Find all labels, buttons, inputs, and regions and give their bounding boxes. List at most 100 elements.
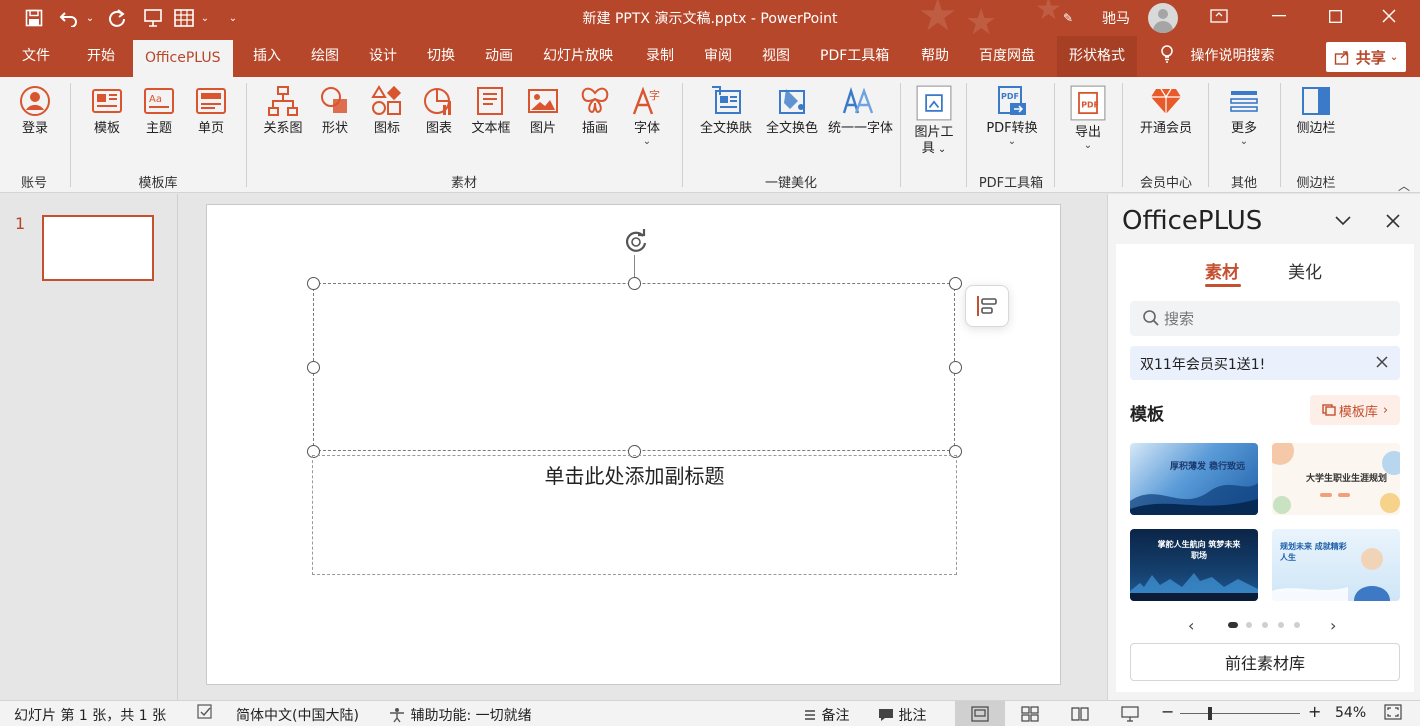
tab-review[interactable]: 审阅	[692, 36, 744, 77]
picture-tools-button[interactable]: 图片工 具 ⌄	[908, 85, 960, 158]
slide-thumbnail[interactable]	[42, 215, 154, 281]
normal-view-button[interactable]	[955, 701, 1005, 726]
icon-library-button[interactable]: 图标	[361, 85, 413, 137]
title-placeholder-selected[interactable]	[313, 283, 955, 451]
open-membership-button[interactable]: 开通会员	[1134, 85, 1198, 137]
ribbon-display-options-icon[interactable]	[1196, 0, 1242, 32]
comments-button[interactable]: 批注	[878, 705, 926, 725]
notes-button[interactable]: 备注	[803, 705, 849, 725]
subtitle-placeholder[interactable]: 单击此处添加副标题	[312, 455, 957, 575]
slide-sorter-button[interactable]	[1005, 701, 1055, 726]
tab-help[interactable]: 帮助	[909, 36, 961, 77]
pane-options-chevron-icon[interactable]	[1330, 208, 1356, 234]
fit-to-window-icon[interactable]	[1384, 704, 1402, 724]
resize-handle-e[interactable]	[949, 361, 962, 374]
spelling-check-icon[interactable]	[197, 704, 215, 724]
resize-handle-nw[interactable]	[307, 277, 320, 290]
template-library-button[interactable]: 模板库 ›	[1310, 395, 1400, 425]
zoom-level[interactable]: 54%	[1335, 705, 1366, 721]
promo-close-icon[interactable]	[1376, 352, 1388, 373]
minimize-icon[interactable]	[1256, 0, 1302, 32]
undo-icon[interactable]	[58, 6, 80, 30]
tab-baidu-netdisk[interactable]: 百度网盘	[967, 36, 1047, 77]
save-icon[interactable]	[22, 6, 46, 30]
pane-tab-material[interactable]: 素材	[1205, 258, 1239, 283]
pdf-convert-button[interactable]: PDF PDF转换 ⌄	[980, 85, 1044, 147]
tab-record[interactable]: 录制	[634, 36, 686, 77]
template-card[interactable]: 掌舵人生航向 筑梦未来职场	[1130, 529, 1258, 601]
template-card[interactable]: 大学生职业生涯规划	[1272, 443, 1400, 515]
full-reskin-button[interactable]: 全文换肤	[696, 85, 756, 137]
present-icon[interactable]	[141, 6, 165, 30]
tab-transitions[interactable]: 切换	[415, 36, 467, 77]
template-button[interactable]: 模板	[81, 85, 133, 137]
resize-handle-w[interactable]	[307, 361, 320, 374]
language-status[interactable]: 简体中文(中国大陆)	[236, 705, 359, 725]
tab-animations[interactable]: 动画	[473, 36, 525, 77]
close-window-icon[interactable]	[1366, 0, 1412, 32]
carousel-dot[interactable]	[1228, 622, 1238, 628]
sidebar-button[interactable]: 侧边栏	[1290, 85, 1342, 137]
designer-icon[interactable]: ✎	[1058, 6, 1078, 30]
undo-dropdown-icon[interactable]: ⌄	[84, 6, 96, 30]
slide-canvas[interactable]: 单击此处添加副标题	[206, 204, 1061, 685]
carousel-dot[interactable]	[1294, 622, 1300, 628]
share-button[interactable]: 共享 ⌄	[1326, 42, 1406, 72]
rotate-handle-icon[interactable]	[621, 227, 651, 257]
pane-tab-beautify[interactable]: 美化	[1288, 258, 1322, 283]
full-recolor-button[interactable]: 全文换色	[762, 85, 822, 137]
template-card[interactable]: 厚积薄发 稳行致远	[1130, 443, 1258, 515]
collapse-ribbon-icon[interactable]: ︿	[1398, 177, 1410, 194]
resize-handle-n[interactable]	[628, 277, 641, 290]
illustration-button[interactable]: 插画	[569, 85, 621, 137]
zoom-out-icon[interactable]: −	[1161, 702, 1174, 721]
avatar[interactable]	[1148, 3, 1178, 33]
accessibility-status[interactable]: 辅助功能: 一切就绪	[388, 705, 532, 725]
chart-button[interactable]: 图表	[413, 85, 465, 137]
relation-chart-button[interactable]: 关系图	[257, 85, 309, 137]
tab-home[interactable]: 开始	[75, 36, 127, 77]
carousel-dot[interactable]	[1262, 622, 1268, 628]
pane-close-icon[interactable]	[1380, 208, 1406, 234]
goto-material-library-button[interactable]: 前往素材库	[1130, 643, 1400, 681]
login-button[interactable]: 登录	[9, 85, 61, 137]
unify-font-button[interactable]: 统一一字体	[828, 85, 893, 137]
tab-insert[interactable]: 插入	[241, 36, 293, 77]
resize-handle-ne[interactable]	[949, 277, 962, 290]
tab-design[interactable]: 设计	[357, 36, 409, 77]
tab-slideshow[interactable]: 幻灯片放映	[531, 36, 625, 77]
table-icon[interactable]	[172, 6, 196, 30]
tell-me-search[interactable]: 操作说明搜索	[1160, 36, 1274, 77]
maximize-icon[interactable]	[1312, 0, 1358, 32]
tab-draw[interactable]: 绘图	[299, 36, 351, 77]
pane-search-input[interactable]	[1164, 301, 1384, 336]
redo-icon[interactable]	[106, 6, 128, 30]
carousel-next-icon[interactable]: ›	[1330, 616, 1336, 635]
user-name[interactable]: 驰马	[1102, 8, 1130, 28]
theme-button[interactable]: Aa 主题	[133, 85, 185, 137]
tab-pdf-toolbox[interactable]: PDF工具箱	[808, 36, 901, 77]
single-page-button[interactable]: 单页	[185, 85, 237, 137]
pane-search-box[interactable]	[1130, 301, 1400, 336]
template-card[interactable]: 规划未来 成就精彩人生	[1272, 529, 1400, 601]
tab-shape-format[interactable]: 形状格式	[1057, 36, 1137, 77]
zoom-in-icon[interactable]: +	[1308, 702, 1321, 721]
more-button[interactable]: 更多 ⌄	[1218, 85, 1270, 147]
zoom-slider-track[interactable]	[1180, 713, 1300, 714]
font-button[interactable]: 字 字体 ⌄	[621, 85, 673, 147]
table-dropdown-icon[interactable]: ⌄	[199, 6, 211, 30]
zoom-slider-thumb[interactable]	[1208, 707, 1212, 720]
carousel-dot[interactable]	[1278, 622, 1284, 628]
layout-options-button[interactable]	[965, 285, 1009, 327]
promo-banner[interactable]: 双11年会员买1送1!	[1130, 346, 1400, 380]
carousel-prev-icon[interactable]: ‹	[1188, 616, 1194, 635]
tab-view[interactable]: 视图	[750, 36, 802, 77]
carousel-dot[interactable]	[1246, 622, 1252, 628]
tab-officeplus[interactable]: OfficePLUS	[133, 40, 233, 77]
picture-button[interactable]: 图片	[517, 85, 569, 137]
shape-button[interactable]: 形状	[309, 85, 361, 137]
customize-qat-icon[interactable]: ⌄	[226, 6, 240, 30]
textbox-button[interactable]: 文本框	[465, 85, 517, 137]
tab-file[interactable]: 文件	[10, 36, 62, 77]
slideshow-view-button[interactable]	[1105, 701, 1155, 726]
